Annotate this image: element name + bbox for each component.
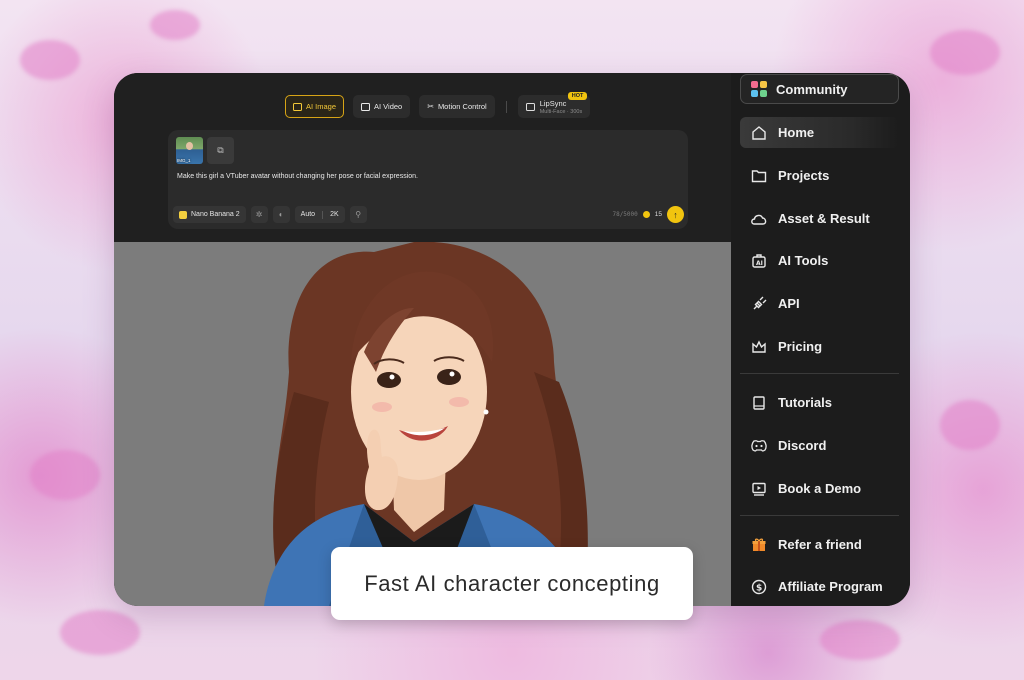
feature-caption: Fast AI character concepting [331, 547, 693, 620]
sidebar-item-label: API [778, 296, 800, 311]
prompt-input[interactable]: Make this girl a VTuber avatar without c… [177, 173, 418, 180]
aspect-label: Auto [300, 211, 316, 218]
sidebar-divider [740, 515, 899, 516]
sidebar-item-label: Refer a friend [778, 537, 862, 552]
tab-ai-video[interactable]: AI Video [353, 95, 411, 118]
blossom-petal [940, 400, 1000, 450]
tab-motion-control[interactable]: ✂ Motion Control [419, 95, 495, 118]
coin-icon [642, 211, 650, 218]
lightbulb-icon: ⚲ [355, 210, 362, 219]
tab-divider [505, 100, 507, 113]
gift-icon [750, 536, 768, 554]
sidebar-divider [740, 373, 899, 374]
sidebar-item-ai-tools[interactable]: AI AI Tools [740, 245, 899, 276]
svg-text:$: $ [756, 583, 762, 593]
style-button[interactable]: ✲ [250, 206, 268, 223]
crown-icon [750, 338, 768, 356]
sidebar-item-api[interactable]: API [740, 288, 899, 319]
app-window: AI Image AI Video ✂ Motion Control LipSy… [114, 73, 910, 606]
sidebar-item-label: Asset & Result [778, 211, 870, 226]
play-demo-icon [750, 480, 768, 498]
home-icon [750, 124, 768, 142]
tab-ai-image[interactable]: AI Image [285, 95, 345, 118]
sidebar-item-pricing[interactable]: Pricing [740, 331, 899, 362]
blossom-petal [60, 610, 140, 655]
model-selector[interactable]: Nano Banana 2 [173, 206, 246, 223]
ai-tools-icon: AI [750, 252, 768, 270]
chip-divider [322, 210, 324, 219]
sidebar-item-label: Discord [778, 438, 827, 453]
blossom-petal [30, 450, 100, 500]
arrow-up-icon: ↑ [673, 209, 678, 220]
discord-icon [750, 437, 768, 455]
tab-label: AI Image [306, 102, 337, 111]
sidebar-item-tutorials[interactable]: Tutorials [740, 387, 899, 418]
thumbnail-face [186, 142, 193, 150]
sidebar-item-projects[interactable]: Projects [740, 160, 899, 191]
dollar-icon: $ [750, 578, 768, 596]
sidebar-item-label: Pricing [778, 339, 823, 354]
image-icon [293, 102, 302, 111]
prompt-toolbar: Nano Banana 2 ✲ ◐ Auto 2K ⚲ [173, 206, 367, 223]
tab-lipsync[interactable]: LipSync Multi-Face · 300s HOT [517, 92, 591, 118]
style-icon: ✲ [255, 210, 263, 219]
tab-label: AI Video [374, 102, 403, 111]
video-icon [361, 102, 371, 111]
sidebar-item-label: Home [778, 125, 815, 140]
sidebar-item-label: Projects [778, 168, 830, 183]
sidebar-item-label: Tutorials [778, 395, 832, 410]
model-icon [179, 210, 187, 219]
svg-text:AI: AI [756, 260, 763, 267]
char-count: 78/5000 [612, 211, 638, 218]
sidebar-item-label: AI Tools [778, 253, 829, 268]
blossom-petal [20, 40, 80, 80]
reference-image-thumbnail[interactable]: IMG_1 [176, 137, 203, 164]
sidebar-item-label: Affiliate Program [778, 579, 883, 594]
cloud-icon [750, 210, 768, 228]
sidebar-item-refer-friend[interactable]: Refer a friend [740, 529, 899, 560]
settings-button[interactable]: ◐ [272, 206, 290, 223]
generate-button[interactable]: ↑ [667, 206, 684, 223]
add-image-icon: ⧉ [217, 145, 224, 155]
blossom-petal [150, 10, 200, 40]
sidebar-item-label: Book a Demo [778, 481, 862, 496]
folder-icon [750, 167, 768, 185]
sidebar-item-discord[interactable]: Discord [740, 430, 899, 461]
main-area: AI Image AI Video ✂ Motion Control LipSy… [114, 73, 731, 606]
api-plug-icon [750, 295, 768, 313]
prompt-enhance-button[interactable]: ⚲ [349, 206, 367, 223]
sidebar: Community Home Projects Asset & Result A… [731, 73, 910, 606]
community-button[interactable]: Community [740, 74, 899, 104]
sidebar-item-asset-result[interactable]: Asset & Result [740, 203, 899, 234]
resolution-label: 2K [330, 211, 339, 218]
lipsync-sublabel: Multi-Face · 300s [539, 108, 583, 115]
sidebar-item-affiliate[interactable]: $ Affiliate Program [740, 571, 899, 602]
sidebar-item-home[interactable]: Home [740, 117, 899, 148]
aspect-resolution-selector[interactable]: Auto 2K [294, 206, 345, 223]
blossom-petal [820, 620, 900, 660]
community-label: Community [776, 81, 848, 97]
add-image-button[interactable]: ⧉ [207, 137, 234, 164]
generation-panel: AI Image AI Video ✂ Motion Control LipSy… [114, 73, 731, 242]
community-grid-icon [751, 81, 767, 97]
model-label: Nano Banana 2 [191, 211, 240, 218]
mode-tabs: AI Image AI Video ✂ Motion Control LipSy… [285, 92, 591, 118]
sidebar-item-book-demo[interactable]: Book a Demo [740, 473, 899, 504]
blossom-petal [930, 30, 1000, 75]
tab-label: Motion Control [437, 102, 487, 111]
prompt-card: IMG_1 ⧉ Make this girl a VTuber avatar w… [168, 130, 688, 229]
motion-icon: ✂ [427, 102, 434, 111]
lipsync-icon [525, 102, 535, 111]
book-icon [750, 394, 768, 412]
palette-icon: ◐ [278, 210, 284, 219]
hot-badge: HOT [567, 92, 588, 100]
thumbnail-label: IMG_1 [177, 158, 191, 163]
prompt-status: 78/5000 15 ↑ [612, 206, 684, 223]
credit-cost: 15 [654, 211, 662, 218]
